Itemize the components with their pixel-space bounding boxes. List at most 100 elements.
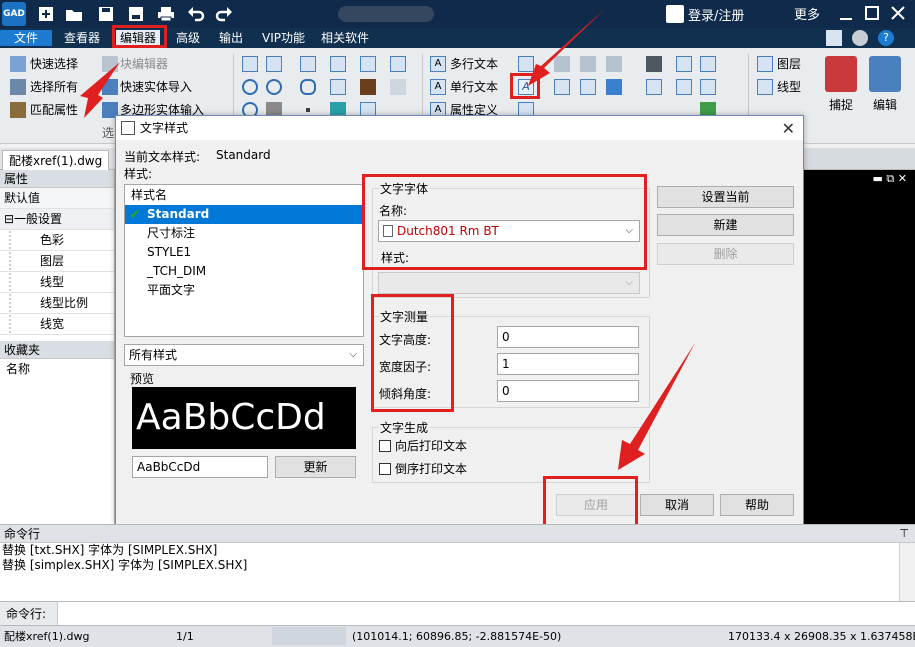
preview-input[interactable]: AaBbCcDd [132,456,268,478]
spline-tool-icon[interactable] [330,56,346,72]
canvas-controls[interactable]: ▬ ⧉ ✕ [873,172,907,186]
stext-button[interactable]: 单行文本 [450,78,498,95]
group-icon[interactable] [676,56,692,72]
chevron-down-icon: ⌵ [625,277,633,288]
menu-viewer[interactable]: 查看器 [64,30,100,46]
doc-tab[interactable]: 配楼xref(1).dwg [2,150,110,170]
prop-linetype[interactable]: 线型 [0,272,114,293]
prop-linetype-scale[interactable]: 线型比例 [0,293,114,314]
fill-icon[interactable] [606,79,622,95]
drawing-canvas[interactable]: ▬ ⧉ ✕ [803,170,915,524]
menu-file[interactable]: 文件 [0,30,52,46]
snap-button[interactable]: 捕捉 [822,54,860,138]
style-item[interactable]: STYLE1 [125,243,363,262]
style-listbox[interactable]: 样式名 ✔ Standard 尺寸标注 STYLE1 _TCH_DIM 平面文字 [124,184,364,337]
select-all-button[interactable]: 选择所有 [30,78,78,95]
ellipse-tool-icon[interactable] [266,79,282,95]
prop-layer[interactable]: 图层 [0,251,114,272]
region-tool-icon[interactable] [330,79,346,95]
rotate-icon[interactable] [554,56,570,72]
help-icon[interactable]: ? [878,30,894,46]
menu-related[interactable]: 相关软件 [321,30,369,46]
arc-tool-icon[interactable] [300,79,316,95]
match-props-button[interactable]: 匹配属性 [30,101,78,118]
blurred-title [338,6,434,22]
more-menu[interactable]: 更多 [794,4,820,23]
frame-icon[interactable] [580,79,596,95]
point-tool-icon[interactable] [306,108,310,112]
settings-icon[interactable] [852,30,868,46]
mtext-button[interactable]: 多行文本 [450,55,498,72]
close-icon[interactable] [888,3,908,23]
general-group[interactable]: ⊟一般设置 [0,209,114,230]
explode-icon[interactable] [700,56,716,72]
backward-checkbox[interactable]: 向后打印文本 [379,437,467,454]
status-toggle-icons[interactable] [272,627,346,645]
gradient-icon[interactable] [646,56,662,72]
save-icon[interactable] [96,4,116,24]
style-item[interactable]: 尺寸标注 [125,224,363,243]
prop-color[interactable]: 色彩 [0,230,114,251]
save-as-icon[interactable] [126,4,146,24]
line-tool-icon[interactable] [242,56,258,72]
generation-group-title: 文字生成 [378,419,431,436]
maximize-icon[interactable] [862,3,882,23]
copy-tool-icon[interactable] [390,56,406,72]
dialog-close-button[interactable]: ✕ [782,119,795,138]
new-file-icon[interactable] [36,4,56,24]
help-button[interactable]: 帮助 [720,494,794,516]
style-item[interactable]: 平面文字 [125,281,363,300]
style-item[interactable]: _TCH_DIM [125,262,363,281]
block-editor-button[interactable]: 块编辑器 [120,55,168,72]
new-style-button[interactable]: 新建 [657,214,794,236]
command-scrollbar[interactable] [899,543,915,601]
dropper-icon[interactable] [360,79,376,95]
upside-down-checkbox[interactable]: 倒序打印文本 [379,460,467,477]
status-page: 1/1 [176,630,194,643]
quick-select-button[interactable]: 快速选择 [30,55,78,72]
quick-entity-import-button[interactable]: 快速实体导入 [120,78,192,95]
pin-icon[interactable]: ⊤ [899,527,909,540]
width-factor-input[interactable]: 1 [497,353,639,375]
arrow-tool-icon[interactable] [646,79,662,95]
style-item-standard[interactable]: ✔ Standard [125,205,363,224]
align-icon[interactable] [554,79,570,95]
login-area[interactable]: 登录/注册 [666,4,744,24]
circle-tool-icon[interactable] [242,79,258,95]
menu-output[interactable]: 输出 [219,30,243,46]
cancel-button[interactable]: 取消 [640,494,714,516]
set-current-button[interactable]: 设置当前 [657,186,794,208]
menu-advanced[interactable]: 高级 [176,30,200,46]
join-icon[interactable] [700,79,716,95]
prop-lineweight[interactable]: 线宽 [0,314,114,335]
move-tool-icon[interactable] [360,56,376,72]
annotation-box-measure [371,294,454,412]
undo-icon[interactable] [186,4,206,24]
height-input[interactable]: 0 [497,326,639,348]
minimize-icon[interactable] [836,3,856,23]
command-input[interactable] [60,604,910,624]
font-style-select[interactable]: ⌵ [378,272,640,294]
delete-style-button[interactable]: 删除 [657,243,794,265]
block-insert-icon[interactable] [390,79,406,95]
polyline-tool-icon[interactable] [266,56,282,72]
open-folder-icon[interactable] [64,4,84,24]
current-style-label: 当前文本样式: [124,150,201,164]
dim-icon[interactable] [518,56,534,72]
oblique-angle-input[interactable]: 0 [497,380,639,402]
ungroup-icon[interactable] [676,79,692,95]
menu-vip[interactable]: VIP功能 [262,30,305,46]
print-icon[interactable] [156,4,176,24]
rectangle-tool-icon[interactable] [300,56,316,72]
style-filter-select[interactable]: 所有样式 ⌵ [124,344,364,366]
layer-button[interactable]: 图层 [777,55,801,72]
redo-icon[interactable] [214,4,234,24]
refresh-icon[interactable] [580,56,596,72]
edit-button[interactable]: 编辑 [866,54,904,138]
login-link[interactable]: 登录/注册 [688,5,744,24]
default-selector[interactable]: 默认值 [0,188,114,209]
update-button[interactable]: 更新 [275,456,356,478]
pen-icon[interactable] [826,30,842,46]
linetype-button[interactable]: 线型 [777,78,801,95]
mirror-icon[interactable] [606,56,622,72]
